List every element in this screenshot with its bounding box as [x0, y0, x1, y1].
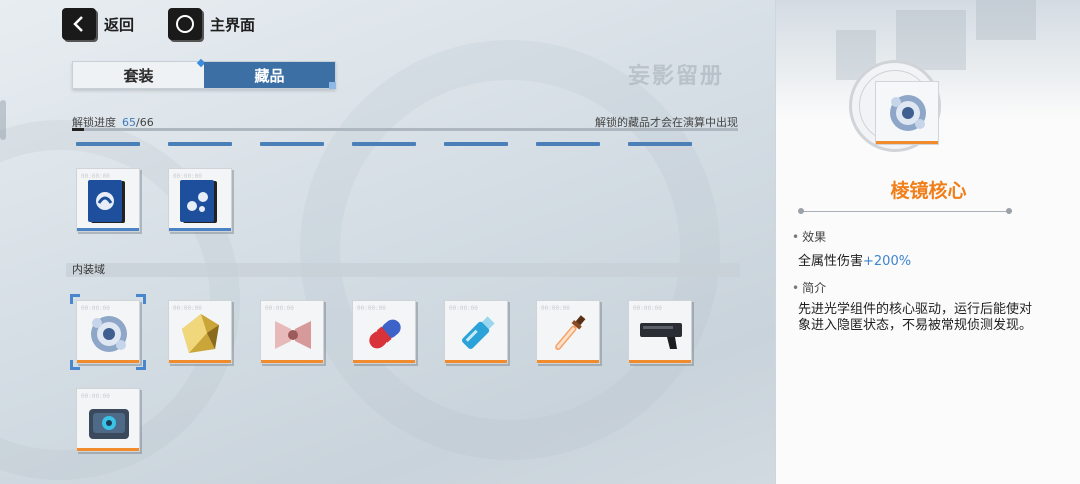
item-capsule[interactable]: 00:00:00	[352, 300, 416, 364]
tab-sets[interactable]: 套装	[73, 58, 206, 88]
item-dagger[interactable]: 00:00:00	[536, 300, 600, 364]
item-edge	[76, 142, 140, 146]
capsule-icon	[369, 319, 401, 349]
inner-items-row-2: 00:00:00	[76, 388, 140, 452]
home-label: 主界面	[210, 15, 256, 34]
item-speaker-horns[interactable]: 00:00:00	[260, 300, 324, 364]
effect-text: 全属性伤害	[798, 254, 864, 269]
blue-card-icon	[180, 180, 217, 223]
tab-corner-mark	[329, 82, 336, 89]
item-edge	[444, 142, 508, 146]
item-usb-drive[interactable]: 00:00:00	[444, 300, 508, 364]
gun-device-icon	[640, 323, 682, 349]
top-navigation: 返回 主界面	[62, 8, 255, 40]
tab-collection-label: 藏品	[254, 66, 285, 85]
usb-drive-icon	[461, 316, 495, 350]
back-button[interactable]: 返回	[62, 8, 134, 40]
tab-sets-label: 套装	[123, 66, 154, 85]
blue-card-icon	[88, 180, 125, 223]
back-label: 返回	[104, 15, 135, 34]
item-edge	[168, 142, 232, 146]
category-tabs: 套装 藏品	[72, 58, 336, 89]
item-module-box[interactable]: 00:00:00	[76, 388, 140, 452]
item-edge	[628, 142, 692, 146]
intro-title: 简介	[792, 279, 826, 296]
item-edge	[260, 142, 324, 146]
item-edge	[352, 142, 416, 146]
detail-panel: 棱镜核心 效果 全属性伤害+200% 简介 先进光学组件的核心驱动，运行后能使对…	[775, 0, 1080, 484]
home-button[interactable]: 主界面	[168, 8, 255, 40]
collection-item-card-2[interactable]: 00:00:00	[168, 168, 232, 232]
section-inner-header: 内装域	[66, 263, 740, 277]
collection-row-1: 00:00:00 00:00:00	[76, 168, 232, 232]
tab-collection[interactable]: 藏品	[204, 62, 336, 89]
prism-core-icon	[890, 95, 926, 131]
watermark-title: 妄影留册	[628, 64, 725, 89]
circle-key-icon	[168, 8, 203, 40]
effect-line: 全属性伤害+200%	[798, 250, 911, 269]
scrolled-row-edges	[76, 142, 692, 146]
item-gun-device[interactable]: 00:00:00	[628, 300, 692, 364]
module-box-icon	[89, 409, 129, 439]
inner-items-row: 00:00:00 00:00:00 00:00:00 00:00:00 00:0…	[76, 300, 692, 364]
item-gold-crystal[interactable]: 00:00:00	[168, 300, 232, 364]
effect-value: +200%	[863, 254, 912, 269]
progress-bar	[72, 128, 738, 131]
name-divider	[798, 208, 1012, 214]
progress-bar-fill	[72, 128, 84, 131]
back-key-icon	[62, 8, 96, 40]
item-name: 棱镜核心	[890, 180, 967, 202]
speaker-horns-icon	[275, 321, 311, 349]
intro-text: 先进光学组件的核心驱动，运行后能使对象进入隐匿状态，不易被常规侦测发现。	[798, 302, 1033, 333]
selected-item-preview	[875, 81, 939, 145]
dagger-icon	[555, 315, 586, 351]
collection-item-card-1[interactable]: 00:00:00	[76, 168, 140, 232]
effect-title: 效果	[792, 228, 826, 245]
gold-crystal-icon	[182, 314, 219, 353]
item-edge	[536, 142, 600, 146]
selection-frame	[70, 294, 146, 370]
